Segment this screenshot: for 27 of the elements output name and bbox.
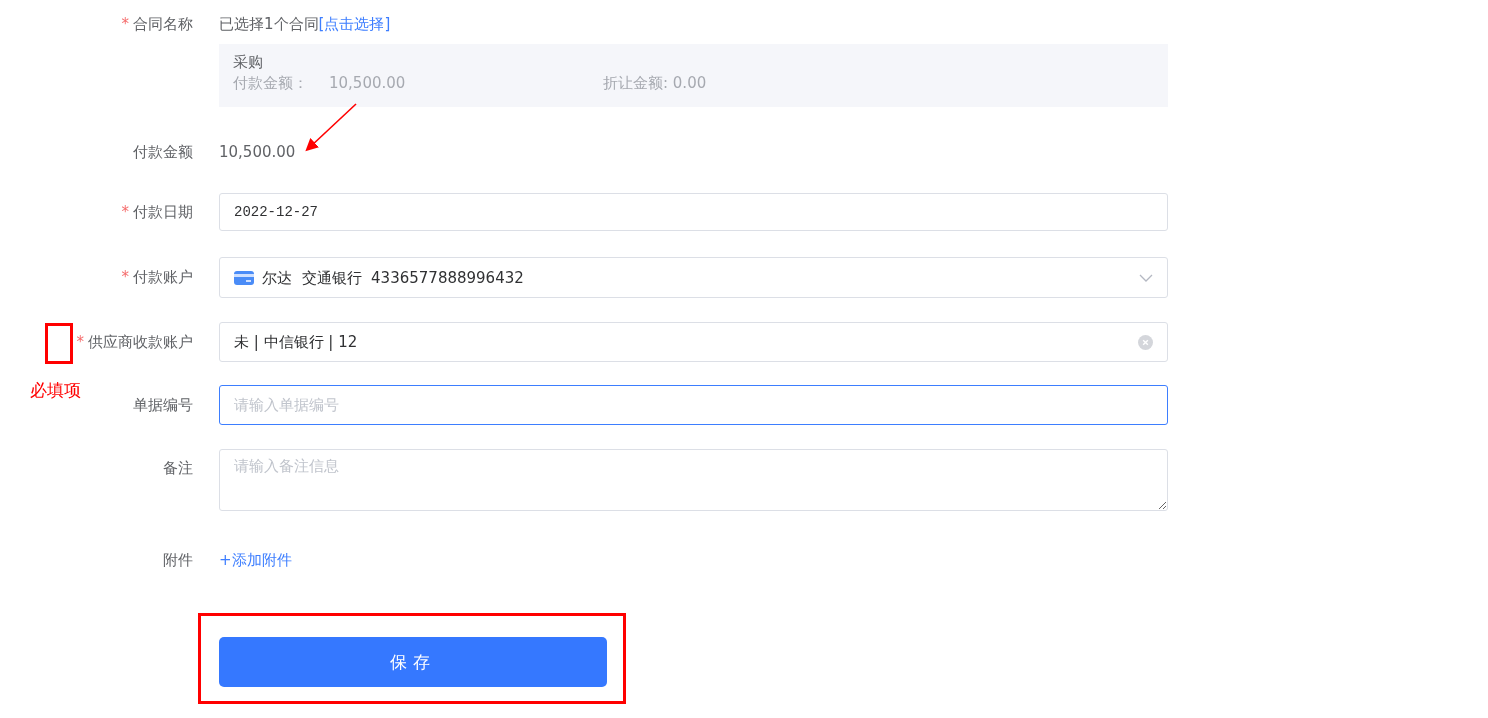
field-label: 备注 — [163, 459, 193, 477]
selected-contract-text: 已选择1个合同 — [219, 15, 319, 33]
field-label: 单据编号 — [133, 396, 193, 414]
document-number-field[interactable]: 请输入单据编号 — [219, 385, 1168, 425]
payment-amount-value: 10,500.00 — [219, 142, 296, 163]
field-label: 附件 — [163, 551, 193, 569]
save-button[interactable]: 保存 — [219, 637, 607, 687]
account-select[interactable]: 尔达 交通银行 4336577888996432 — [219, 257, 1168, 298]
field-label: 付款日期 — [133, 203, 193, 221]
contract-type-text: 采购 — [233, 52, 264, 73]
field-label: 合同名称 — [133, 15, 193, 33]
required-asterisk: * — [121, 15, 129, 33]
add-attachment-link[interactable]: +添加附件 — [219, 541, 292, 579]
field-label: 付款账户 — [133, 268, 193, 286]
remarks-textarea[interactable]: 请输入备注信息 — [219, 449, 1168, 511]
field-label: 供应商收款账户 — [88, 333, 193, 351]
supplier-account-field[interactable]: 未 | 中信银行 | 12 — [219, 322, 1168, 362]
annotation-note: 必填项 — [30, 380, 81, 400]
amount-label: 付款金额： — [233, 73, 309, 94]
required-asterisk: * — [76, 333, 84, 351]
field-label: 付款金额 — [133, 143, 193, 161]
amount-value: 10,500.00 — [329, 73, 407, 94]
required-asterisk: * — [121, 268, 129, 286]
required-asterisk: * — [121, 203, 129, 221]
select-contract-link[interactable]: [点击选择] — [318, 15, 391, 33]
discount-amount-text: 折让金额: 0.00 — [603, 73, 707, 94]
date-field[interactable]: 2022-12-27 — [219, 193, 1168, 231]
